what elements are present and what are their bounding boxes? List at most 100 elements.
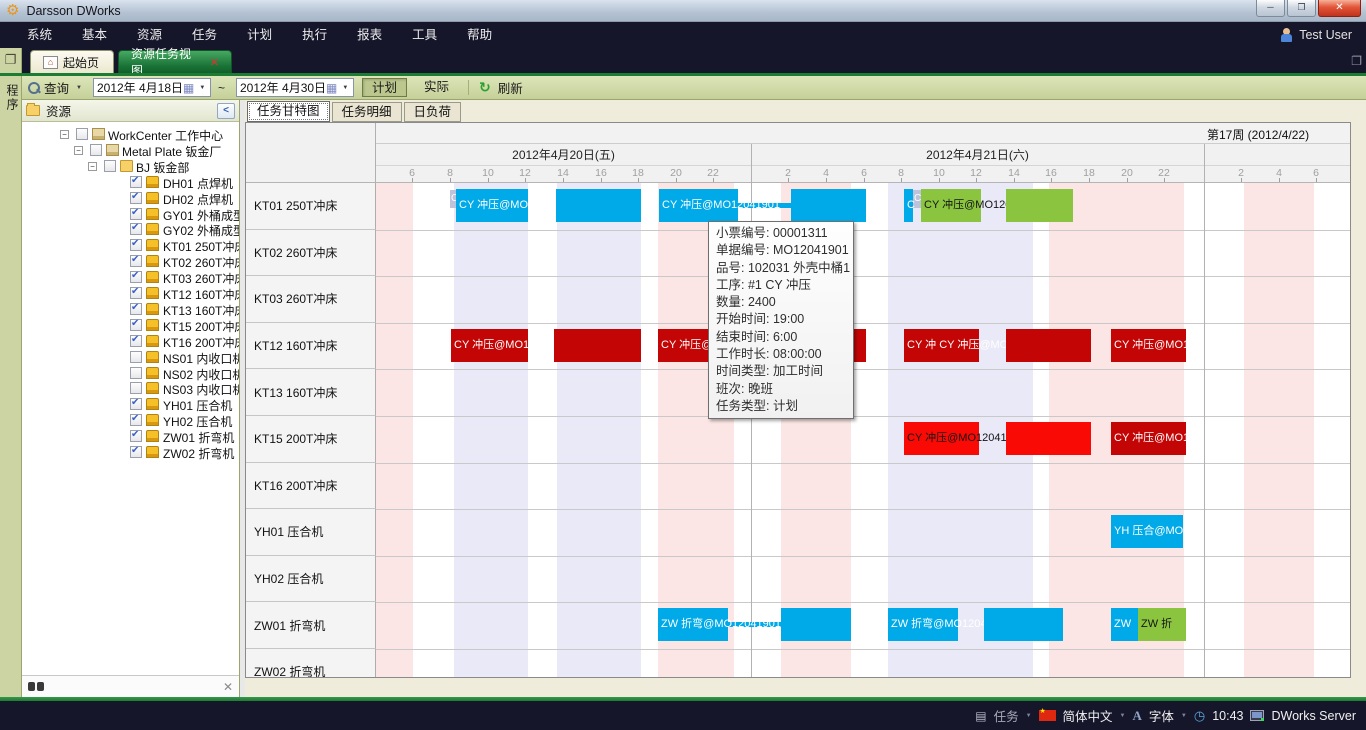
menu-item-0[interactable]: 系统 [12, 22, 67, 48]
gantt-task-bar[interactable]: ZW 折弯@MO12041901 [658, 608, 728, 641]
tree-expander-icon[interactable]: − [60, 130, 69, 139]
collapse-panel-button[interactable]: < [217, 103, 235, 119]
tree-item[interactable]: ✔ZW02 折弯机 [22, 444, 239, 460]
task-dropdown-caret[interactable]: ▼ [1026, 713, 1032, 719]
gantt-task-bar[interactable]: CY 冲压@MO12041903 [904, 422, 979, 455]
tree-checkbox[interactable] [104, 160, 116, 172]
view-tab-1[interactable]: 任务明细 [332, 102, 402, 122]
gantt-task-bar[interactable]: CY 冲压@MO1 [1111, 422, 1186, 455]
tab-resource-task-view[interactable]: 资源任务视图 ✕ [118, 50, 232, 73]
menu-item-5[interactable]: 执行 [287, 22, 342, 48]
restore-button[interactable]: ❐ [1287, 0, 1316, 17]
pages-icon[interactable]: ❐ [0, 48, 22, 73]
tree-checkbox[interactable] [90, 144, 102, 156]
gantt-task-bar[interactable]: CY 冲压@MO12041902 [921, 189, 981, 222]
gantt-task-bar[interactable] [781, 608, 851, 641]
tree-checkbox[interactable]: ✔ [130, 430, 142, 442]
gantt-task-bar[interactable]: CY 冲压@MO12041904 [451, 329, 528, 362]
gantt-task-bar[interactable] [984, 608, 1063, 641]
tree-item[interactable]: NS01 内收口机 [22, 349, 239, 365]
tree-item[interactable]: ✔KT16 200T冲床 [22, 333, 239, 349]
tree-checkbox[interactable]: ✔ [130, 176, 142, 188]
tree-item[interactable]: ✔KT02 260T冲床 [22, 253, 239, 269]
tree-item[interactable]: NS02 内收口机 [22, 365, 239, 381]
tab-close-icon[interactable]: ✕ [210, 56, 219, 69]
gantt-task-bar[interactable] [1006, 422, 1091, 455]
search-button[interactable]: 查询 [44, 78, 69, 97]
close-button[interactable]: ✕ [1318, 0, 1361, 17]
tree-checkbox[interactable]: ✔ [130, 255, 142, 267]
tree-item[interactable]: ✔GY02 外桶成型机 [22, 221, 239, 237]
find-icon[interactable] [28, 682, 44, 691]
tree-item[interactable]: ✔ZW01 折弯机 [22, 428, 239, 444]
plan-button[interactable]: 计划 [362, 78, 407, 97]
status-font[interactable]: 字体 [1149, 706, 1174, 725]
tree-item[interactable]: ✔KT13 160T冲床 [22, 301, 239, 317]
date-to-caret[interactable]: ▼ [342, 85, 348, 91]
tree-item[interactable]: NS03 内收口机 [22, 380, 239, 396]
gantt-task-bar[interactable]: ZW [1111, 608, 1138, 641]
gantt-task-bar[interactable] [556, 189, 641, 222]
tree-checkbox[interactable]: ✔ [130, 192, 142, 204]
clear-find-icon[interactable]: ✕ [223, 680, 233, 694]
menu-item-4[interactable]: 计划 [232, 22, 287, 48]
tree-expander-icon[interactable]: − [88, 162, 97, 171]
tree-expander-icon[interactable]: − [74, 146, 83, 155]
tab-home-page[interactable]: ⌂ 起始页 [30, 50, 114, 73]
menu-item-7[interactable]: 工具 [397, 22, 452, 48]
status-task[interactable]: 任务 [994, 706, 1019, 725]
gantt-task-bar[interactable]: CY 冲 CY 冲压@MO12041904 [904, 329, 979, 362]
tree-checkbox[interactable]: ✔ [130, 414, 142, 426]
tree-item[interactable]: ✔DH01 点焊机 [22, 174, 239, 190]
status-language[interactable]: 简体中文 [1063, 706, 1113, 725]
tree-checkbox[interactable]: ✔ [130, 208, 142, 220]
tree-item[interactable]: ✔KT03 260T冲床 [22, 269, 239, 285]
tree-item[interactable]: ✔KT01 250T冲床 [22, 237, 239, 253]
actual-button[interactable]: 实际 [415, 78, 458, 97]
tree-item[interactable]: ✔KT12 160T冲床 [22, 285, 239, 301]
gantt-task-bar[interactable]: CY 冲压@MO12041901 [659, 189, 738, 222]
minimize-button[interactable]: ─ [1256, 0, 1285, 17]
tree-item[interactable]: −Metal Plate 钣金厂 [22, 142, 239, 158]
date-from-caret[interactable]: ▼ [199, 85, 205, 91]
tree-checkbox[interactable]: ✔ [130, 239, 142, 251]
gantt-task-bar[interactable]: ZW 折 [1138, 608, 1186, 641]
tree-checkbox[interactable]: ✔ [130, 335, 142, 347]
program-side-strip[interactable]: 程序 [0, 76, 22, 697]
menu-item-6[interactable]: 报表 [342, 22, 397, 48]
window-list-icon[interactable]: ❐ [1351, 54, 1362, 68]
search-dropdown-caret[interactable]: ▼ [76, 85, 82, 91]
gantt-task-bar[interactable]: ZW 折弯@MO12041901 [888, 608, 958, 641]
tree-checkbox[interactable] [76, 128, 88, 140]
tree-item[interactable]: ✔YH02 压合机 [22, 412, 239, 428]
gantt-task-bar[interactable] [554, 329, 641, 362]
view-tab-2[interactable]: 日负荷 [404, 102, 462, 122]
tree-checkbox[interactable]: ✔ [130, 223, 142, 235]
tree-checkbox[interactable]: ✔ [130, 287, 142, 299]
tree-checkbox[interactable] [130, 367, 142, 379]
tree-checkbox[interactable]: ✔ [130, 271, 142, 283]
tree-item[interactable]: ✔YH01 压合机 [22, 396, 239, 412]
refresh-button[interactable]: 刷新 [498, 78, 523, 97]
gantt-task-bar[interactable]: CY 冲压@MO12041901 [456, 189, 528, 222]
tree-checkbox[interactable]: ✔ [130, 319, 142, 331]
font-dropdown-caret[interactable]: ▼ [1181, 713, 1187, 719]
tree-checkbox[interactable] [130, 382, 142, 394]
tree-checkbox[interactable]: ✔ [130, 303, 142, 315]
date-from-field[interactable]: 2012年 4月18日 ▦ ▼ [93, 78, 211, 97]
menu-item-8[interactable]: 帮助 [452, 22, 507, 48]
date-to-field[interactable]: 2012年 4月30日 ▦ ▼ [236, 78, 354, 97]
tree-checkbox[interactable]: ✔ [130, 446, 142, 458]
gantt-task-bar[interactable] [791, 189, 866, 222]
language-dropdown-caret[interactable]: ▼ [1120, 713, 1126, 719]
tree-item[interactable]: −BJ 钣金部 [22, 158, 239, 174]
view-tab-0[interactable]: 任务甘特图 [247, 101, 330, 122]
gantt-task-bar[interactable] [1006, 189, 1073, 222]
tree-item[interactable]: ✔GY01 外桶成型机 [22, 206, 239, 222]
gantt-task-bar[interactable] [1006, 329, 1091, 362]
menu-item-1[interactable]: 基本 [67, 22, 122, 48]
gantt-task-bar[interactable]: CY 冲压@MO1 [1111, 329, 1186, 362]
tree-checkbox[interactable]: ✔ [130, 398, 142, 410]
gantt-task-bar[interactable]: YH 压合@MO1 [1111, 515, 1183, 548]
tree-item[interactable]: ✔DH02 点焊机 [22, 190, 239, 206]
